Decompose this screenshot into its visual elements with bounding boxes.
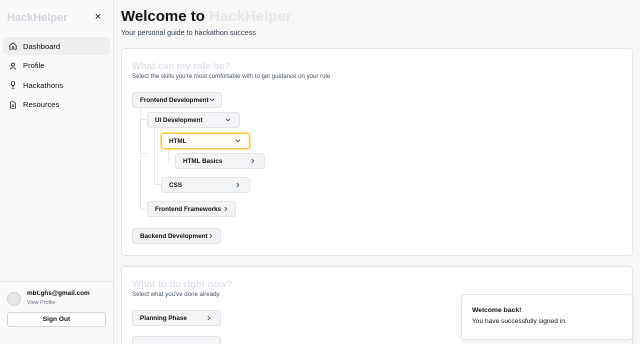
tree-connector: [140, 153, 147, 154]
sidebar-item-hackathons[interactable]: Hackathons: [3, 76, 110, 94]
toast-message: You have successfully signed in.: [472, 318, 567, 325]
node-ui-development[interactable]: UI Development: [147, 112, 240, 128]
sidebar-nav: Dashboard Profile Hackathons Resources: [3, 37, 110, 115]
node-label: Frontend Development: [140, 96, 209, 104]
node-frontend-development[interactable]: Frontend Development: [132, 92, 222, 108]
node-css[interactable]: CSS: [161, 177, 250, 193]
todo-card-title: What to do right now?: [132, 279, 233, 290]
node-html[interactable]: HTML: [161, 133, 250, 149]
chevron-down-icon: [225, 118, 231, 122]
node-backend-development[interactable]: Backend Development: [132, 228, 221, 244]
chevron-right-icon: [209, 233, 213, 239]
todo-card-subtitle: Select what you've done already: [132, 291, 220, 298]
node-frontend-frameworks[interactable]: Frontend Frameworks: [147, 201, 236, 217]
tree-connector: [140, 107, 141, 209]
user-icon: [9, 62, 17, 70]
node-planning-phase[interactable]: Planning Phase: [132, 310, 221, 326]
trophy-icon: [11, 81, 15, 89]
document-icon: [10, 101, 16, 109]
node-label: Backend Development: [140, 232, 208, 240]
home-icon: [9, 42, 17, 50]
node-label: HTML Basics: [183, 157, 223, 165]
sidebar: HackHelper × Dashboard Profile Hackathon…: [0, 0, 114, 344]
sidebar-item-dashboard[interactable]: Dashboard: [3, 37, 110, 55]
chevron-right-icon: [207, 315, 211, 321]
sidebar-item-profile[interactable]: Profile: [3, 57, 110, 75]
role-card-subtitle: Select the skills you're most comfortabl…: [132, 73, 331, 80]
sidebar-item-label: Dashboard: [23, 41, 61, 51]
app-logo: HackHelper: [7, 12, 68, 24]
avatar[interactable]: [7, 292, 21, 306]
node-html-basics[interactable]: HTML Basics: [175, 153, 265, 169]
tree-connector: [140, 209, 147, 210]
sidebar-item-resources[interactable]: Resources: [3, 96, 110, 114]
node-label: Frontend Frameworks: [155, 205, 222, 213]
title-brand: HackHelper: [209, 8, 292, 25]
sidebar-item-label: Resources: [23, 100, 60, 110]
chevron-down-icon: [235, 139, 241, 143]
sidebar-item-label: Profile: [23, 61, 45, 71]
close-icon[interactable]: ×: [92, 10, 104, 24]
tree-connector: [140, 119, 147, 120]
role-card: What can my role be? Select the skills y…: [121, 48, 633, 256]
chevron-down-icon: [209, 98, 215, 102]
user-panel: mbt.ghs@gmail.com View Profile Sign Out: [0, 281, 114, 344]
tree-connector: [168, 149, 169, 164]
node-label: UI Development: [155, 116, 203, 124]
toast-title: Welcome back!: [472, 307, 522, 314]
main-content: Welcome to HackHelper Your personal guid…: [114, 0, 640, 344]
node-label: HTML: [169, 137, 187, 145]
page-title: Welcome to HackHelper: [121, 8, 292, 25]
chevron-right-icon: [236, 182, 240, 188]
user-email: mbt.ghs@gmail.com: [27, 290, 90, 297]
node-label: CSS: [169, 181, 182, 189]
sidebar-item-label: Hackathons: [23, 80, 64, 90]
tree-connector: [154, 128, 155, 184]
chevron-right-icon: [224, 206, 228, 212]
toast-notification[interactable]: Welcome back! You have successfully sign…: [461, 294, 633, 340]
node-next-phase[interactable]: [132, 336, 221, 344]
sign-out-button[interactable]: Sign Out: [7, 312, 106, 327]
chevron-right-icon: [251, 158, 255, 164]
view-profile-link[interactable]: View Profile: [27, 300, 55, 306]
title-prefix: Welcome to: [121, 8, 210, 25]
role-card-title: What can my role be?: [132, 61, 231, 72]
node-label: Planning Phase: [140, 314, 187, 322]
page-subtitle: Your personal guide to hackathon success: [121, 28, 256, 37]
tree-connector: [154, 184, 161, 185]
